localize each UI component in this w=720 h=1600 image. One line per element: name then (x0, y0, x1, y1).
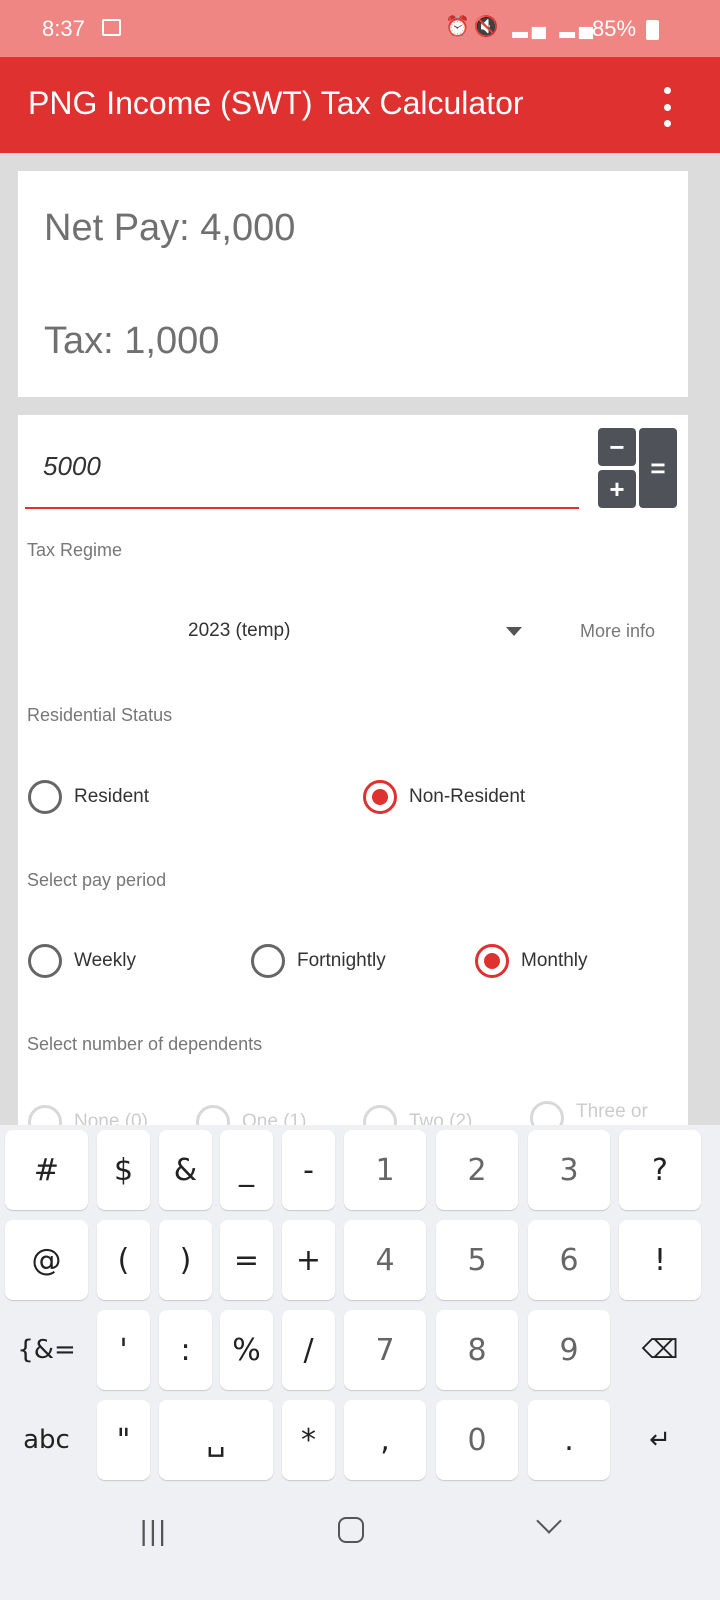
radio-label: Fortnightly (297, 950, 386, 971)
key[interactable]: 5 (436, 1220, 518, 1300)
net-pay: Net Pay: 4,000 (44, 207, 296, 249)
overflow-menu-icon[interactable] (657, 87, 677, 127)
battery-icon (646, 20, 659, 40)
enter-key[interactable]: ↵ (619, 1400, 701, 1480)
tax-regime-dropdown[interactable]: 2023 (temp) (168, 615, 528, 645)
results-card: Net Pay: 4,000 Tax: 1,000 (18, 171, 688, 397)
radio-circle-icon (28, 944, 62, 978)
radio-label: Resident (74, 786, 149, 807)
key[interactable]: - (282, 1130, 335, 1210)
battery-level: 85% (592, 16, 637, 41)
key[interactable]: % (220, 1310, 273, 1390)
key[interactable]: * (282, 1400, 335, 1480)
amount-input[interactable]: 5000 (25, 433, 579, 509)
radio-weekly[interactable]: Weekly (28, 944, 136, 978)
key[interactable]: ! (619, 1220, 701, 1300)
key[interactable]: / (282, 1310, 335, 1390)
radio-label: Weekly (74, 950, 136, 971)
key[interactable]: 7 (344, 1310, 426, 1390)
key[interactable]: " (97, 1400, 150, 1480)
key[interactable]: 2 (436, 1130, 518, 1210)
key[interactable]: , (344, 1400, 426, 1480)
home-icon[interactable] (338, 1517, 364, 1543)
radio-selected-icon (475, 944, 509, 978)
key[interactable]: = (220, 1220, 273, 1300)
status-icons: ⏰🔇 ▂▄ ▂▄ (445, 16, 598, 38)
key[interactable]: 8 (436, 1310, 518, 1390)
back-icon[interactable] (536, 1508, 562, 1534)
key[interactable]: 1 (344, 1130, 426, 1210)
key[interactable]: {&= (5, 1310, 88, 1390)
key[interactable]: ? (619, 1130, 701, 1210)
gallery-icon (102, 19, 121, 36)
key[interactable]: : (159, 1310, 212, 1390)
key[interactable]: @ (5, 1220, 88, 1300)
radio-monthly[interactable]: Monthly (475, 944, 588, 978)
radio-label: Non-Resident (409, 786, 526, 807)
radio-resident[interactable]: Resident (28, 780, 149, 814)
space-key[interactable]: ␣ (159, 1400, 273, 1480)
key[interactable]: ) (159, 1220, 212, 1300)
radio-fortnightly[interactable]: Fortnightly (251, 944, 386, 978)
tax-regime-label: Tax Regime (27, 540, 123, 560)
key[interactable]: # (5, 1130, 88, 1210)
key[interactable]: 0 (436, 1400, 518, 1480)
app-bar: PNG Income (SWT) Tax Calculator (0, 57, 720, 153)
radio-circle-icon (251, 944, 285, 978)
radio-label: Three or (576, 1101, 648, 1122)
clock: 8:37 (42, 16, 85, 41)
key[interactable]: $ (97, 1130, 150, 1210)
radio-label: Monthly (521, 950, 588, 971)
backspace-key[interactable]: ⌫ (619, 1310, 701, 1390)
status-bar: 8:37 ⏰🔇 ▂▄ ▂▄ 85% (0, 0, 720, 57)
key[interactable]: ( (97, 1220, 150, 1300)
key[interactable]: 4 (344, 1220, 426, 1300)
key[interactable]: _ (220, 1130, 273, 1210)
input-card: 5000 − + = Tax Regime 2023 (temp) More i… (18, 415, 688, 1139)
tax-regime-value: 2023 (temp) (188, 620, 291, 641)
key[interactable]: ' (97, 1310, 150, 1390)
equals-button[interactable]: = (639, 428, 677, 508)
nav-bar: ||| (0, 1490, 720, 1600)
residential-status-label: Residential Status (27, 705, 173, 725)
key[interactable]: . (528, 1400, 610, 1480)
recent-apps-icon[interactable]: ||| (140, 1515, 168, 1547)
key[interactable]: & (159, 1130, 212, 1210)
app-title: PNG Income (SWT) Tax Calculator (28, 85, 524, 121)
more-info-link[interactable]: More info (580, 621, 655, 642)
minus-button[interactable]: − (598, 428, 636, 466)
plus-button[interactable]: + (598, 470, 636, 508)
key[interactable]: 3 (528, 1130, 610, 1210)
radio-non-resident[interactable]: Non-Resident (363, 780, 525, 814)
dropdown-arrow-icon (506, 627, 522, 636)
key[interactable]: 6 (528, 1220, 610, 1300)
dependents-label: Select number of dependents (27, 1034, 263, 1054)
key[interactable]: abc (5, 1400, 88, 1480)
radio-selected-icon (363, 780, 397, 814)
amount-value: 5000 (43, 451, 101, 481)
key[interactable]: + (282, 1220, 335, 1300)
key[interactable]: 9 (528, 1310, 610, 1390)
radio-circle-icon (28, 780, 62, 814)
tax-amount: Tax: 1,000 (44, 320, 220, 362)
pay-period-label: Select pay period (27, 870, 167, 890)
